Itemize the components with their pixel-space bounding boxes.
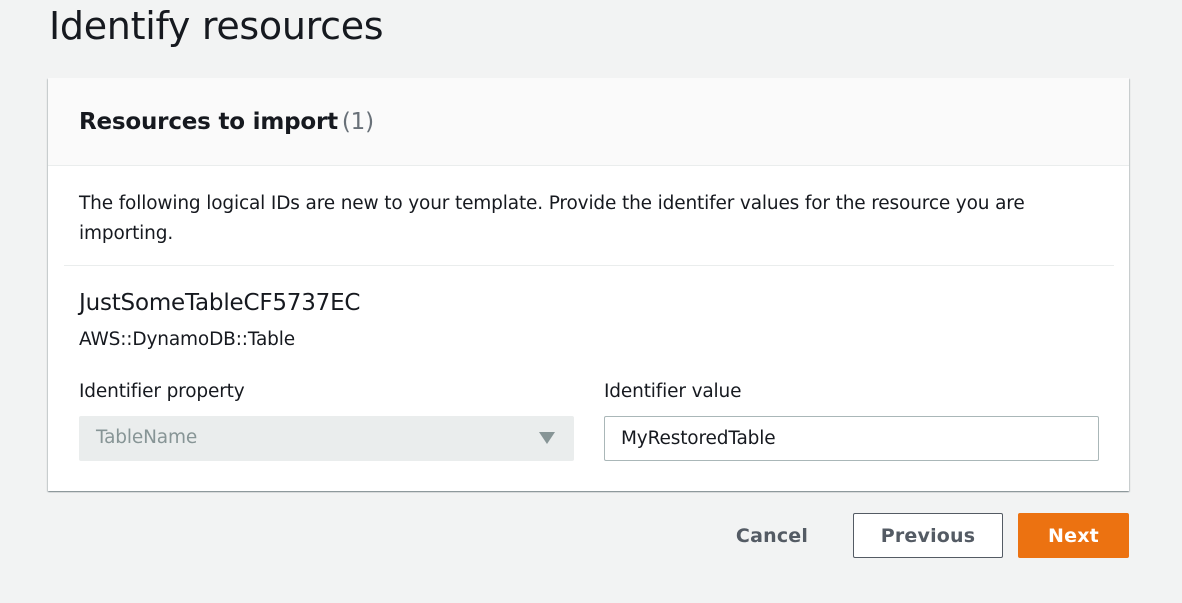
resource-count: (1) — [341, 109, 374, 135]
panel-title-text: Resources to import — [79, 109, 338, 135]
resource-type: AWS::DynamoDB::Table — [79, 329, 295, 350]
resources-to-import-panel: Resources to import (1) The following log… — [48, 78, 1129, 491]
panel-description: The following logical IDs are new to you… — [79, 193, 1025, 244]
identifier-property-select[interactable]: TableName — [79, 416, 574, 461]
previous-button[interactable]: Previous — [853, 513, 1003, 558]
identifier-property-selected-value: TableName — [96, 427, 198, 448]
page-title: Identify resources — [49, 4, 384, 48]
panel-header: Resources to import (1) — [48, 78, 1129, 166]
caret-down-icon — [539, 432, 555, 444]
identifier-value-label: Identifier value — [604, 381, 742, 402]
cancel-button[interactable]: Cancel — [720, 513, 824, 558]
identifier-value-input[interactable] — [604, 416, 1099, 461]
next-button[interactable]: Next — [1018, 513, 1129, 558]
identifier-property-label: Identifier property — [79, 381, 245, 402]
resource-logical-id: JustSomeTableCF5737EC — [79, 290, 361, 316]
divider — [64, 265, 1114, 266]
panel-title: Resources to import (1) — [79, 107, 374, 137]
